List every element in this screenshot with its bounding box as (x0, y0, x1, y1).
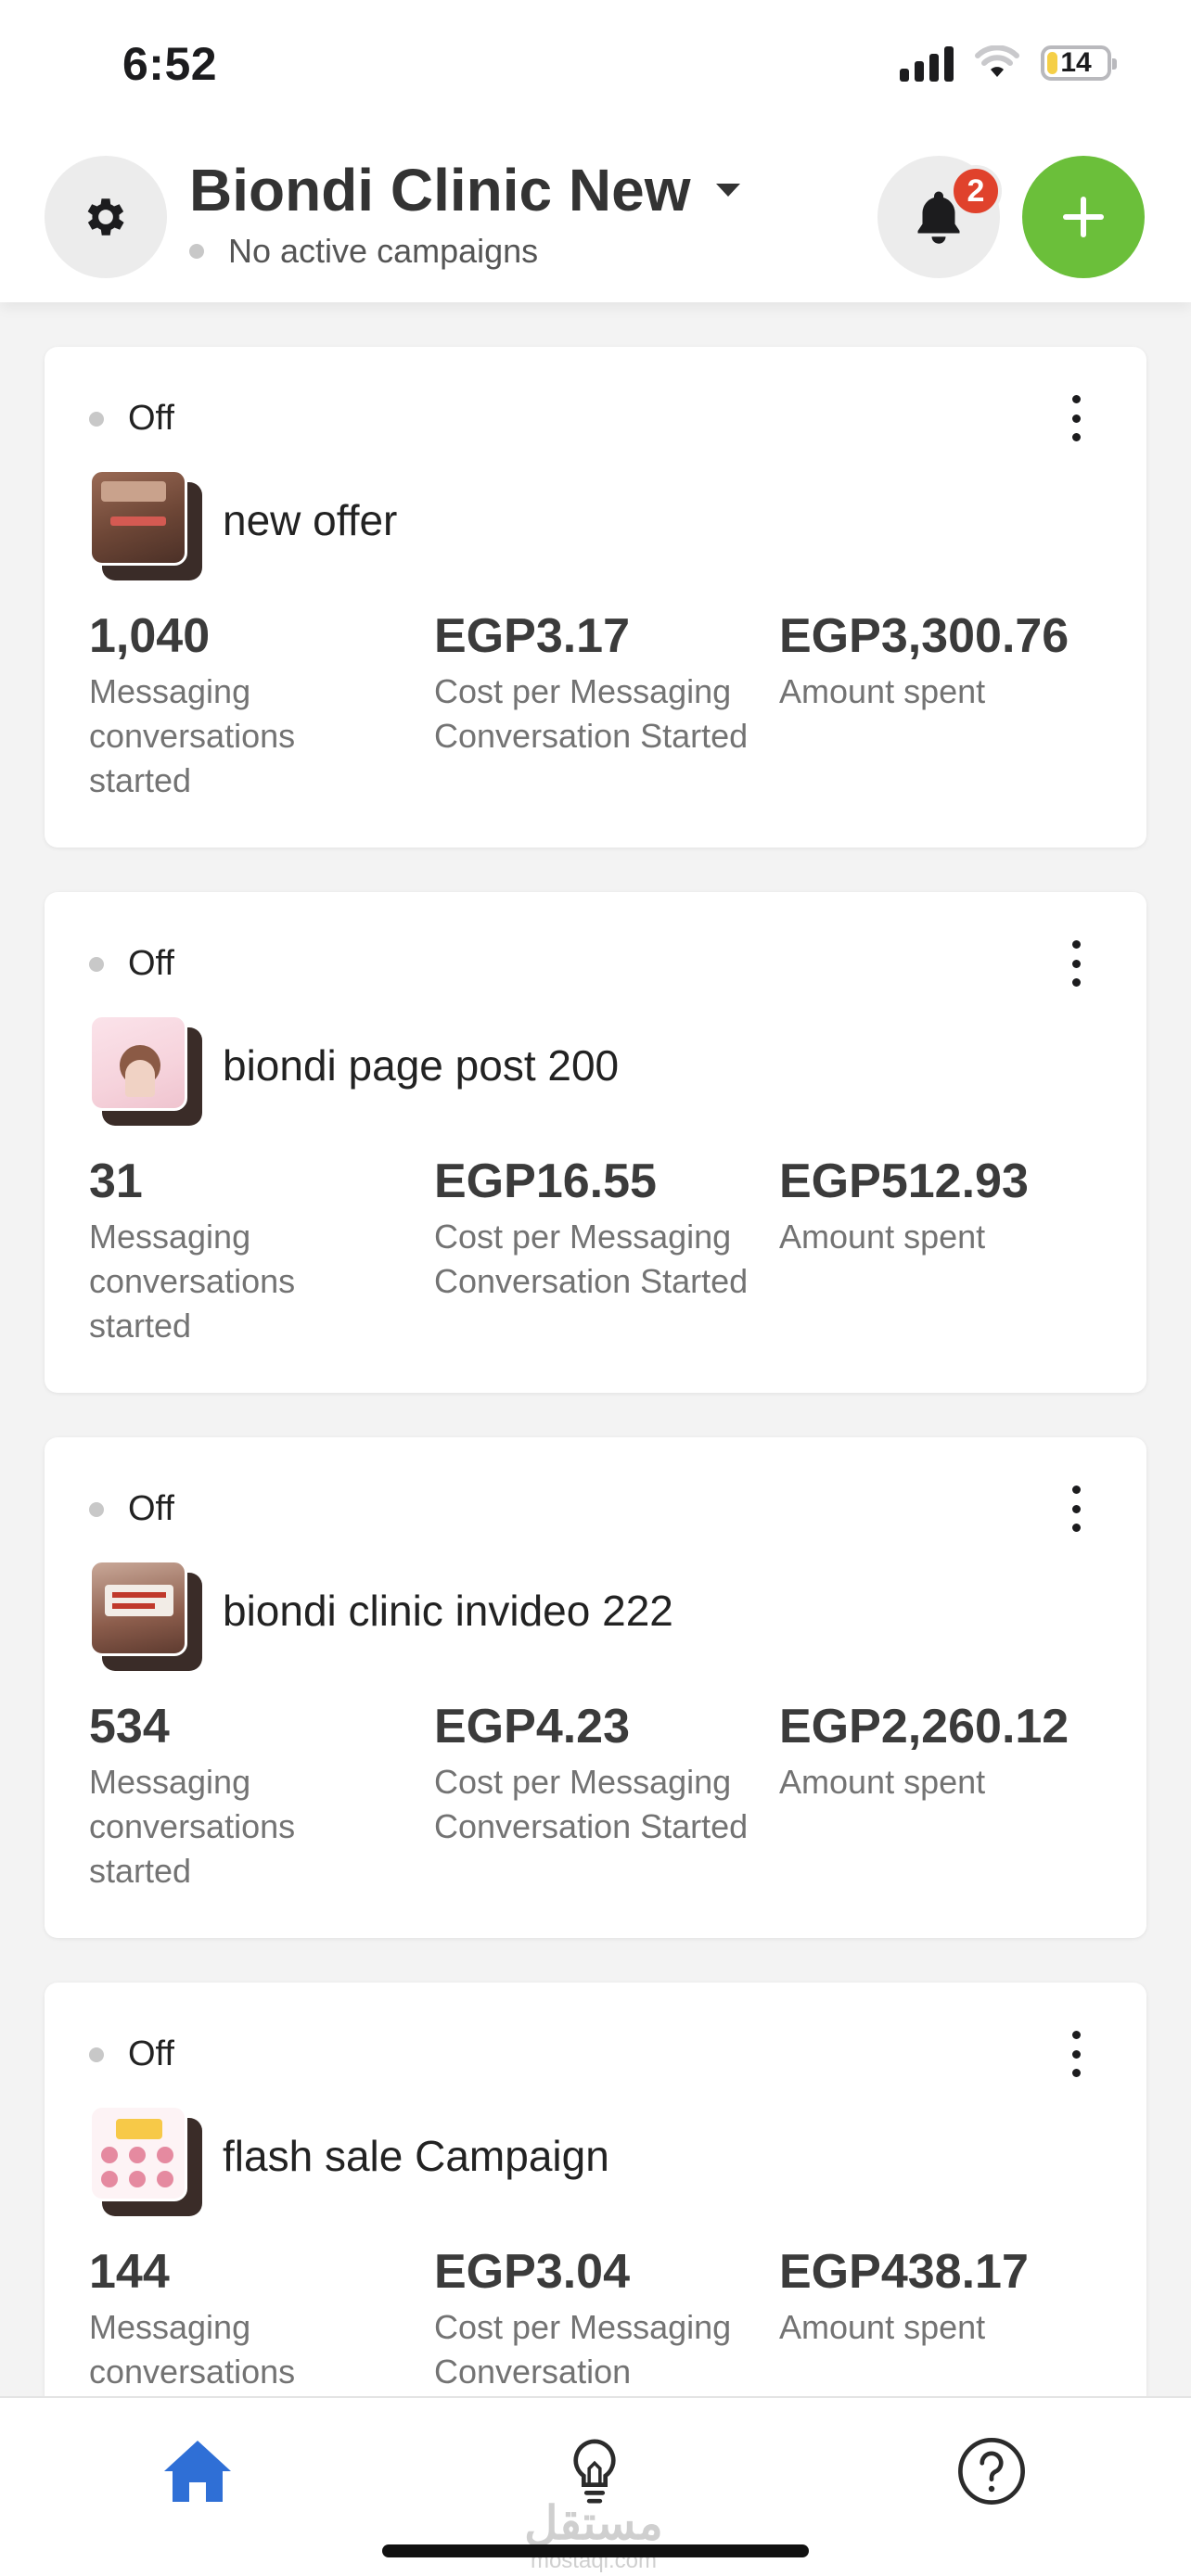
campaign-status: Off (89, 1489, 174, 1529)
more-options-button[interactable] (1057, 395, 1095, 441)
campaign-status-label: Off (128, 399, 174, 438)
status-dot (89, 1501, 104, 1517)
metric-amount-spent: EGP3,300.76 Amount spent (779, 606, 1124, 803)
metric-results: 144 Messaging conversations (89, 2242, 434, 2394)
metric-amount-spent: EGP438.17 Amount spent (779, 2242, 1124, 2394)
metric-value: EGP512.93 (779, 1154, 1029, 1208)
metric-label: Cost per Messaging Conversation (434, 2308, 732, 2391)
campaign-status: Off (89, 944, 174, 984)
metric-value: EGP4.23 (434, 1700, 631, 1753)
metric-label: Cost per Messaging Conversation Started (434, 1763, 749, 1845)
campaign-name: biondi page post 200 (223, 1041, 620, 1090)
battery-percent: 14 (1060, 47, 1092, 78)
caret-down-icon (716, 184, 741, 197)
notifications-button[interactable]: 2 (877, 156, 1002, 278)
metric-amount-spent: EGP2,260.12 Amount spent (779, 1697, 1124, 1894)
campaign-card[interactable]: Off biondi page post 200 31 Messaging co… (45, 892, 1146, 1393)
notification-count-badge: 2 (950, 165, 1002, 217)
battery-indicator: 14 (1041, 45, 1117, 81)
status-dot (89, 956, 104, 972)
gear-icon (87, 198, 124, 236)
metric-value: EGP2,260.12 (779, 1700, 1069, 1753)
campaign-metrics: 31 Messaging conversations started EGP16… (89, 1152, 1128, 1348)
wifi-icon (975, 45, 1019, 77)
campaign-metrics: 144 Messaging conversations EGP3.04 Cost… (89, 2242, 1128, 2394)
metric-value: 534 (89, 1700, 170, 1753)
metric-value: EGP3.04 (434, 2245, 631, 2299)
metric-cost-per-result: EGP3.17 Cost per Messaging Conversation … (434, 606, 779, 803)
campaign-summary-text: No active campaigns (228, 232, 539, 270)
home-icon (164, 2441, 231, 2502)
lightbulb-icon (573, 2439, 616, 2504)
campaign-summary: No active campaigns (189, 232, 538, 271)
status-dot (89, 2047, 104, 2062)
cellular-signal-icon (900, 45, 954, 82)
metric-value: EGP438.17 (779, 2245, 1029, 2299)
campaign-card[interactable]: Off biondi clinic invideo 222 534 Messag… (45, 1437, 1146, 1938)
metric-results: 1,040 Messaging conversations started (89, 606, 434, 803)
campaign-thumbnail (89, 1014, 202, 1126)
status-dot (89, 411, 104, 427)
metric-label: Cost per Messaging Conversation Started (434, 1218, 749, 1300)
campaign-thumbnail (89, 469, 202, 580)
campaign-status-label: Off (128, 2034, 174, 2073)
metric-cost-per-result: EGP3.04 Cost per Messaging Conversation (434, 2242, 779, 2394)
campaign-metrics: 1,040 Messaging conversations started EG… (89, 606, 1128, 803)
campaign-status: Off (89, 399, 174, 439)
tab-home[interactable] (156, 2429, 239, 2513)
help-icon (958, 2438, 1025, 2505)
home-indicator (382, 2544, 809, 2557)
account-switcher[interactable]: Biondi Clinic New (189, 156, 742, 224)
plus-icon (1063, 197, 1104, 237)
metric-label: Amount spent (779, 1763, 986, 1801)
campaign-status-label: Off (128, 1489, 174, 1528)
campaign-name: biondi clinic invideo 222 (223, 1587, 673, 1635)
campaigns-screen: 6:52 14 Biondi Clinic New No active camp… (0, 0, 1191, 2576)
campaign-card[interactable]: Off new offer 1,040 Messaging conversati… (45, 347, 1146, 848)
inactive-dot (189, 244, 204, 259)
metric-label: Messaging conversations (89, 2308, 296, 2391)
metric-value: EGP3.17 (434, 609, 631, 663)
watermark: مستقل mostaql.com (519, 2500, 668, 2572)
settings-button[interactable] (45, 156, 167, 278)
campaign-name: new offer (223, 496, 398, 544)
metric-label: Cost per Messaging Conversation Started (434, 672, 749, 755)
account-name: Biondi Clinic New (189, 157, 691, 223)
bottom-tab-bar: مستقل mostaql.com (0, 2396, 1191, 2576)
metric-value: 31 (89, 1154, 143, 1208)
campaign-status-label: Off (128, 944, 174, 983)
more-options-button[interactable] (1057, 2031, 1095, 2077)
metric-label: Messaging conversations started (89, 1763, 296, 1890)
metric-value: EGP3,300.76 (779, 609, 1069, 663)
metric-label: Amount spent (779, 1218, 986, 1256)
metric-label: Messaging conversations started (89, 1218, 296, 1345)
metric-value: EGP16.55 (434, 1154, 657, 1208)
campaign-status: Off (89, 2034, 174, 2074)
metric-label: Amount spent (779, 672, 986, 710)
create-campaign-button[interactable] (1022, 156, 1145, 278)
campaign-name: flash sale Campaign (223, 2132, 609, 2180)
metric-results: 534 Messaging conversations started (89, 1697, 434, 1894)
campaign-thumbnail (89, 2105, 202, 2216)
metric-value: 144 (89, 2245, 170, 2299)
tab-help[interactable] (950, 2429, 1033, 2513)
metric-cost-per-result: EGP16.55 Cost per Messaging Conversation… (434, 1152, 779, 1348)
metric-cost-per-result: EGP4.23 Cost per Messaging Conversation … (434, 1697, 779, 1894)
header: 6:52 14 Biondi Clinic New No active camp… (0, 0, 1191, 302)
more-options-button[interactable] (1057, 1486, 1095, 1532)
metric-value: 1,040 (89, 609, 211, 663)
metric-label: Amount spent (779, 2308, 986, 2346)
metric-amount-spent: EGP512.93 Amount spent (779, 1152, 1124, 1348)
metric-label: Messaging conversations started (89, 672, 296, 799)
status-time: 6:52 (122, 38, 218, 90)
metric-results: 31 Messaging conversations started (89, 1152, 434, 1348)
campaign-list: Off new offer 1,040 Messaging conversati… (45, 347, 1146, 2528)
watermark-arabic: مستقل (524, 2497, 663, 2549)
status-icons: 14 (900, 45, 1117, 82)
more-options-button[interactable] (1057, 940, 1095, 987)
campaign-thumbnail (89, 1560, 202, 1671)
campaign-metrics: 534 Messaging conversations started EGP4… (89, 1697, 1128, 1894)
